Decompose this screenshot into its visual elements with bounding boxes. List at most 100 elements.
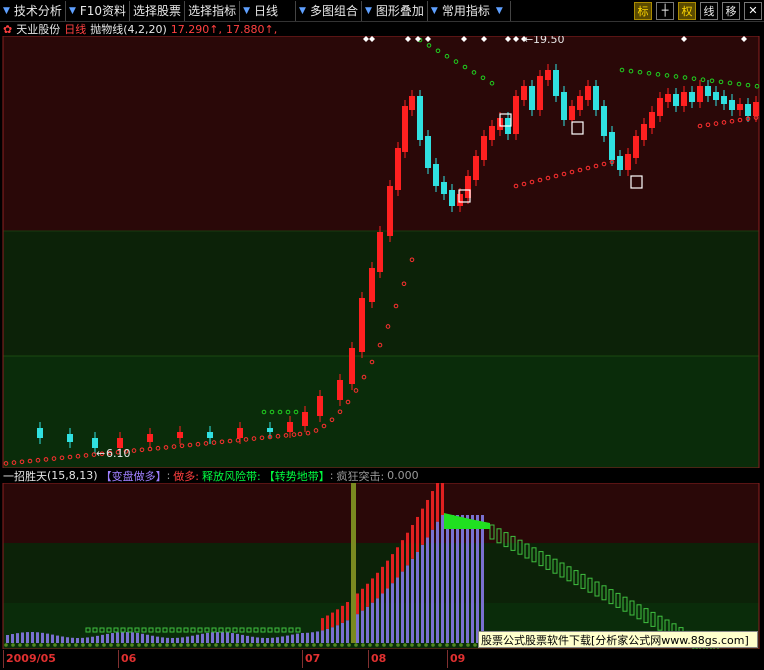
turn-signal-bar — [351, 483, 356, 643]
base-dot — [74, 643, 78, 647]
base-dot — [242, 643, 246, 647]
base-dot — [95, 643, 99, 647]
base-dot — [123, 643, 127, 647]
tech-analysis-button[interactable]: ▼ 技术分析 — [0, 0, 66, 21]
move-button[interactable]: 移 — [722, 1, 740, 20]
base-dot — [151, 643, 155, 647]
purple-bar — [366, 606, 369, 643]
base-dot — [305, 643, 309, 647]
purple-bar — [86, 637, 89, 643]
red-bar — [336, 609, 339, 626]
red-bar — [376, 572, 379, 599]
purple-bar — [16, 633, 19, 643]
period-button[interactable]: ▼ 日线 — [240, 0, 297, 21]
candle-body — [433, 164, 439, 186]
candle-body — [337, 380, 343, 400]
upper-band — [3, 483, 759, 543]
base-dot — [221, 643, 225, 647]
purple-bar — [161, 637, 164, 643]
dropdown-arrow-icon: ▼ — [495, 5, 503, 16]
purple-bar — [76, 637, 79, 643]
candle-body — [609, 132, 615, 160]
candle-body — [302, 412, 308, 426]
candle-body — [745, 104, 751, 116]
candle-body — [665, 94, 671, 102]
purple-bar — [41, 632, 44, 643]
purple-bar — [371, 602, 374, 643]
purple-bar — [346, 620, 349, 643]
purple-bar — [6, 635, 9, 643]
candlestick-chart[interactable]: 19.50 ← 6.10 ← — [0, 36, 764, 468]
base-dot — [326, 643, 330, 647]
purple-bar — [26, 632, 29, 643]
base-dot — [214, 643, 218, 647]
purple-bar — [431, 529, 434, 643]
candle-body — [545, 70, 551, 80]
axis-tick — [302, 650, 303, 668]
purple-bar — [96, 635, 99, 643]
crosshair-icon[interactable]: ┼ — [656, 1, 674, 20]
close-icon[interactable]: ✕ — [744, 1, 762, 20]
purple-bar — [206, 632, 209, 643]
dropdown-arrow-icon: ▼ — [68, 5, 76, 16]
line-button[interactable]: 线 — [700, 1, 718, 20]
red-bar — [391, 554, 394, 584]
candle-body — [721, 96, 727, 104]
base-dot — [158, 643, 162, 647]
low-arrow: ← — [96, 447, 105, 460]
purple-bar — [321, 630, 324, 643]
purple-bar — [176, 637, 179, 643]
candle-body — [67, 434, 73, 442]
purple-bar — [101, 634, 104, 643]
indicator-chart[interactable] — [0, 483, 764, 649]
indicator-params: (15,8,13) — [47, 469, 98, 482]
base-dot — [452, 643, 456, 647]
f10-button[interactable]: ▼ F10资料 — [66, 0, 131, 21]
candle-body — [473, 156, 479, 180]
mark-button[interactable]: 标 — [634, 1, 652, 20]
candle-body — [657, 98, 663, 116]
purple-bar — [21, 632, 24, 643]
select-stock-button[interactable]: 选择股票 — [130, 0, 186, 21]
red-bar — [401, 540, 404, 572]
purple-bar — [286, 635, 289, 643]
base-dot — [256, 643, 260, 647]
purple-bar — [446, 515, 449, 643]
axis-tick — [447, 650, 448, 668]
purple-bar — [381, 593, 384, 643]
purple-bar — [61, 636, 64, 643]
common-indicator-button[interactable]: ▼ 常用指标 ▼ — [428, 0, 511, 21]
purple-bar — [301, 632, 304, 643]
base-dot — [270, 643, 274, 647]
overlay-button[interactable]: ▼ 图形叠加 — [362, 0, 428, 21]
red-bar — [371, 578, 374, 603]
base-dot — [60, 643, 64, 647]
purple-bar — [326, 628, 329, 643]
red-bar — [431, 491, 434, 530]
purple-bar — [196, 634, 199, 643]
red-bar — [421, 508, 424, 545]
candle-body — [729, 100, 735, 110]
candle-body — [481, 136, 487, 160]
sar-value-1: 17.290↑, — [170, 22, 223, 36]
base-dot — [46, 643, 50, 647]
purple-bar — [216, 632, 219, 643]
ad-banner[interactable]: 股票公式股票软件下载[分析家公式网www.88gs.com] — [478, 631, 758, 648]
purple-bar — [436, 521, 439, 643]
base-dot — [284, 643, 288, 647]
purple-bar — [441, 515, 444, 643]
purple-bar — [331, 627, 334, 643]
base-dot — [130, 643, 134, 647]
select-indicator-button[interactable]: 选择指标 — [185, 0, 241, 21]
rights-button[interactable]: 权 — [678, 1, 696, 20]
purple-bar — [36, 632, 39, 643]
axis-tick — [3, 650, 4, 668]
multi-chart-button[interactable]: ▼ 多图组合 — [296, 0, 362, 21]
red-bar — [381, 566, 384, 594]
purple-bar — [306, 632, 309, 643]
purple-bar — [256, 637, 259, 643]
purple-bar — [291, 634, 294, 643]
red-bar — [441, 483, 444, 515]
trend-zone-label: 【转势地带】 — [263, 469, 330, 483]
base-dot — [200, 643, 204, 647]
